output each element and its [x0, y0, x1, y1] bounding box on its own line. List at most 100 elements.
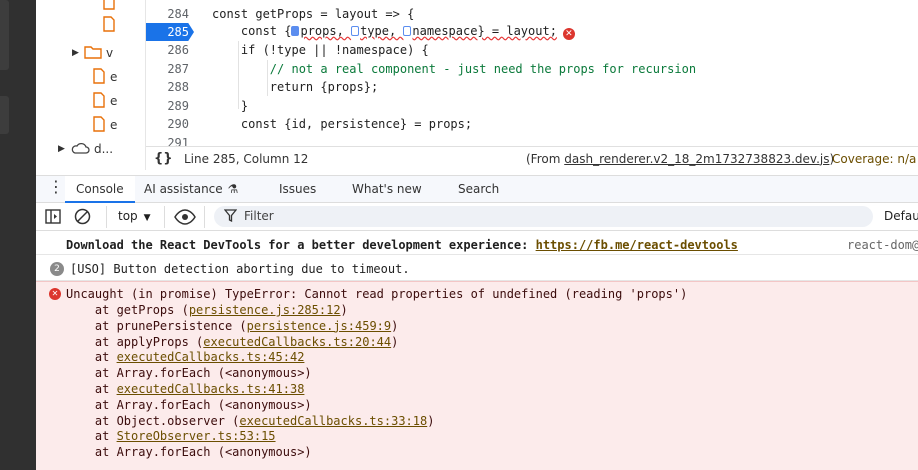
- filter-input[interactable]: Filter: [214, 206, 873, 227]
- tree-item[interactable]: e: [92, 90, 117, 112]
- code-line: 287 // not a real component - just need …: [146, 60, 918, 78]
- live-expression-eye-icon[interactable]: [174, 209, 196, 228]
- stack-frame-link[interactable]: persistence.js:285:12: [189, 303, 341, 317]
- code-line: 291: [146, 134, 918, 146]
- toolbar-divider: [164, 206, 165, 228]
- code-line: 289 }: [146, 97, 918, 115]
- line-number[interactable]: 287: [146, 62, 189, 76]
- toolbar-divider: [106, 206, 107, 228]
- stack-frame: at executedCallbacks.ts:45:42: [66, 350, 305, 365]
- message-source[interactable]: react-dom@: [847, 238, 918, 252]
- file-icon: [102, 0, 116, 13]
- folder-icon: [84, 45, 102, 62]
- gutter-handle: [0, 96, 9, 134]
- log-levels-dropdown[interactable]: Defau: [884, 209, 918, 223]
- code-line: 290 const {id, persistence} = props;: [146, 115, 918, 133]
- stack-frame-link[interactable]: StoreObserver.ts:53:15: [117, 429, 276, 443]
- stack-frame: at applyProps (executedCallbacks.ts:20:4…: [66, 334, 399, 349]
- error-icon: ✕: [49, 288, 61, 300]
- sidebar-toggle-icon[interactable]: [45, 209, 61, 227]
- tab-console[interactable]: Console: [65, 176, 135, 203]
- tab-whats-new[interactable]: What's new: [352, 176, 422, 203]
- line-number[interactable]: 284: [146, 7, 189, 21]
- tree-folder[interactable]: ▶ d...: [58, 138, 113, 160]
- source-origin: (From dash_renderer.v2_18_2m1732738823.d…: [526, 151, 835, 166]
- code-comment: // not a real component - just need the …: [212, 62, 697, 76]
- dropdown-arrow-icon: ▼: [143, 213, 151, 223]
- line-number[interactable]: 286: [146, 43, 189, 57]
- devtools-message: Download the React DevTools for a better…: [66, 238, 738, 252]
- source-file-link[interactable]: dash_renderer.v2_18_2m1732738823.dev.js: [564, 152, 829, 166]
- stack-frame: at prunePersistence (persistence.js:459:…: [66, 318, 399, 333]
- error-title: Uncaught (in promise) TypeError: Cannot …: [66, 287, 688, 301]
- file-tree: ▶ v e e e ▶ d... ▼: [36, 0, 146, 170]
- activity-gutter: [0, 0, 36, 470]
- code-text: const getProps = layout => {: [212, 7, 415, 21]
- tab-search[interactable]: Search: [458, 176, 499, 203]
- devtools-link[interactable]: https://fb.me/react-devtools: [536, 238, 738, 252]
- inline-breakpoint-icon[interactable]: [351, 26, 360, 36]
- clear-console-icon[interactable]: [74, 208, 91, 228]
- indent-guide: [238, 41, 239, 109]
- stack-trace: at getProps (persistence.js:285:12) at p…: [66, 303, 435, 461]
- tab-ai-assistance[interactable]: AI assistance ⚗: [144, 176, 238, 203]
- uso-message: [USO] Button detection aborting due to t…: [70, 262, 410, 276]
- chevron-right-icon[interactable]: ▶: [58, 144, 70, 154]
- code-line: 288 return {props};: [146, 78, 918, 96]
- line-number[interactable]: 291: [146, 136, 189, 146]
- filter-placeholder: Filter: [244, 209, 274, 223]
- code-line-active: 285 const {props, type, namespace} = lay…: [146, 23, 918, 41]
- stack-frame-link[interactable]: executedCallbacks.ts:33:18: [239, 414, 427, 428]
- console-toolbar: top ▼ Filter Defau: [36, 203, 918, 231]
- stack-frame: at Array.forEach (<anonymous>): [66, 445, 312, 460]
- stack-frame: at Array.forEach (<anonymous>): [66, 397, 312, 412]
- stack-frame-link[interactable]: executedCallbacks.ts:45:42: [117, 350, 305, 364]
- stack-frame-link[interactable]: executedCallbacks.ts:41:38: [117, 382, 305, 396]
- toolbar-divider: [204, 206, 205, 228]
- console-message-log: 2 [USO] Button detection aborting due to…: [36, 255, 918, 281]
- code-line: 286 if (!type || !namespace) {: [146, 41, 918, 59]
- cloud-icon: [70, 141, 90, 158]
- cursor-position: Line 285, Column 12: [184, 151, 309, 166]
- code-text: return {props};: [212, 80, 379, 94]
- tree-item[interactable]: [102, 14, 116, 36]
- inline-breakpoint-icon[interactable]: [291, 26, 300, 36]
- indent-guide: [267, 60, 268, 96]
- file-label: e: [110, 118, 118, 132]
- chevron-right-icon[interactable]: ▶: [72, 48, 84, 58]
- tree-item[interactable]: e: [92, 66, 117, 88]
- tree-item[interactable]: [102, 0, 116, 14]
- line-number[interactable]: 290: [146, 117, 189, 131]
- console-message-info: Download the React DevTools for a better…: [36, 231, 918, 255]
- tree-folder[interactable]: ▶ v: [72, 42, 113, 64]
- line-number[interactable]: 288: [146, 80, 189, 94]
- file-icon: [92, 115, 106, 135]
- console-message-error: ✕ Uncaught (in promise) TypeError: Canno…: [36, 281, 918, 470]
- error-circle-icon[interactable]: ✕: [562, 28, 575, 40]
- stack-frame-link[interactable]: executedCallbacks.ts:20:44: [203, 335, 391, 349]
- folder-label: v: [106, 46, 114, 60]
- file-icon: [102, 15, 116, 35]
- breakpoint-line-number[interactable]: 285: [146, 23, 194, 41]
- stack-frame-link[interactable]: persistence.js:459:9: [247, 319, 392, 333]
- stack-frame: at executedCallbacks.ts:41:38: [66, 381, 305, 396]
- drawer-tab-bar: ⋮ Console AI assistance ⚗ Issues What's n…: [36, 175, 918, 203]
- context-selector[interactable]: top ▼: [118, 209, 151, 223]
- file-icon: [92, 91, 106, 111]
- gutter-handle: [0, 0, 9, 70]
- pretty-print-button[interactable]: {}: [154, 151, 173, 166]
- code-text: }: [212, 99, 249, 113]
- stack-frame: at StoreObserver.ts:53:15: [66, 429, 276, 444]
- editor-status-bar: {} Line 285, Column 12 (From dash_render…: [146, 146, 918, 170]
- code-editor[interactable]: 284 const getProps = layout => { 285 con…: [146, 0, 918, 146]
- more-tabs-icon[interactable]: ⋮: [48, 176, 64, 203]
- tree-item[interactable]: e: [92, 114, 117, 136]
- tab-issues[interactable]: Issues: [279, 176, 316, 203]
- cloud-label: d...: [94, 142, 114, 156]
- flask-icon: ⚗: [227, 182, 239, 196]
- line-number[interactable]: 289: [146, 99, 189, 113]
- repeat-count-badge: 2: [50, 262, 64, 276]
- code-text: const {id, persistence} = props;: [212, 117, 473, 131]
- inline-breakpoint-icon[interactable]: [403, 26, 412, 36]
- filter-icon: [223, 209, 238, 225]
